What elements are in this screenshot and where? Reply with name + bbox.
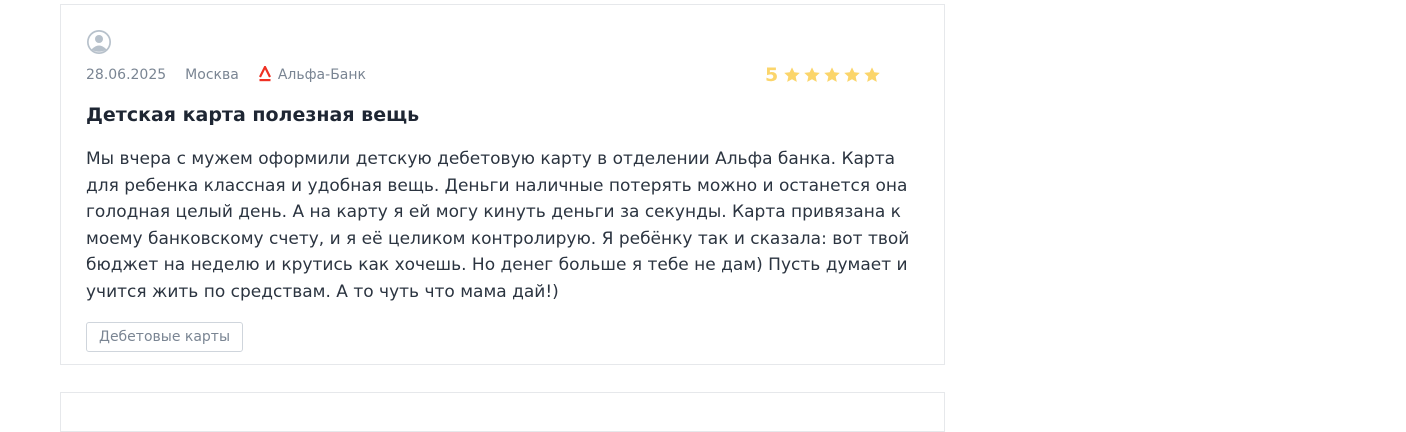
review-rating: 5 bbox=[765, 63, 883, 87]
next-review-card bbox=[60, 392, 945, 432]
star-icon bbox=[784, 67, 800, 82]
alfa-bank-logo-icon bbox=[258, 66, 271, 82]
star-icon bbox=[844, 67, 860, 82]
review-card: 28.06.2025 Москва Альфа-Банк 5 Детская к… bbox=[60, 4, 945, 365]
review-text: Мы вчера с мужем оформили детскую дебето… bbox=[86, 149, 910, 302]
user-avatar-icon bbox=[87, 30, 111, 54]
review-meta: 28.06.2025 Москва Альфа-Банк bbox=[86, 63, 366, 87]
review-title: Детская карта полезная вещь bbox=[86, 104, 420, 126]
star-icon bbox=[804, 67, 820, 82]
rating-value: 5 bbox=[765, 64, 779, 86]
tag-debit-cards-button[interactable]: Дебетовые карты bbox=[86, 322, 244, 352]
review-city: Москва bbox=[185, 67, 239, 83]
review-bank[interactable]: Альфа-Банк bbox=[278, 67, 366, 83]
star-icon bbox=[824, 67, 840, 82]
review-date: 28.06.2025 bbox=[86, 67, 167, 83]
rating-stars bbox=[783, 66, 883, 84]
star-icon bbox=[864, 67, 880, 82]
